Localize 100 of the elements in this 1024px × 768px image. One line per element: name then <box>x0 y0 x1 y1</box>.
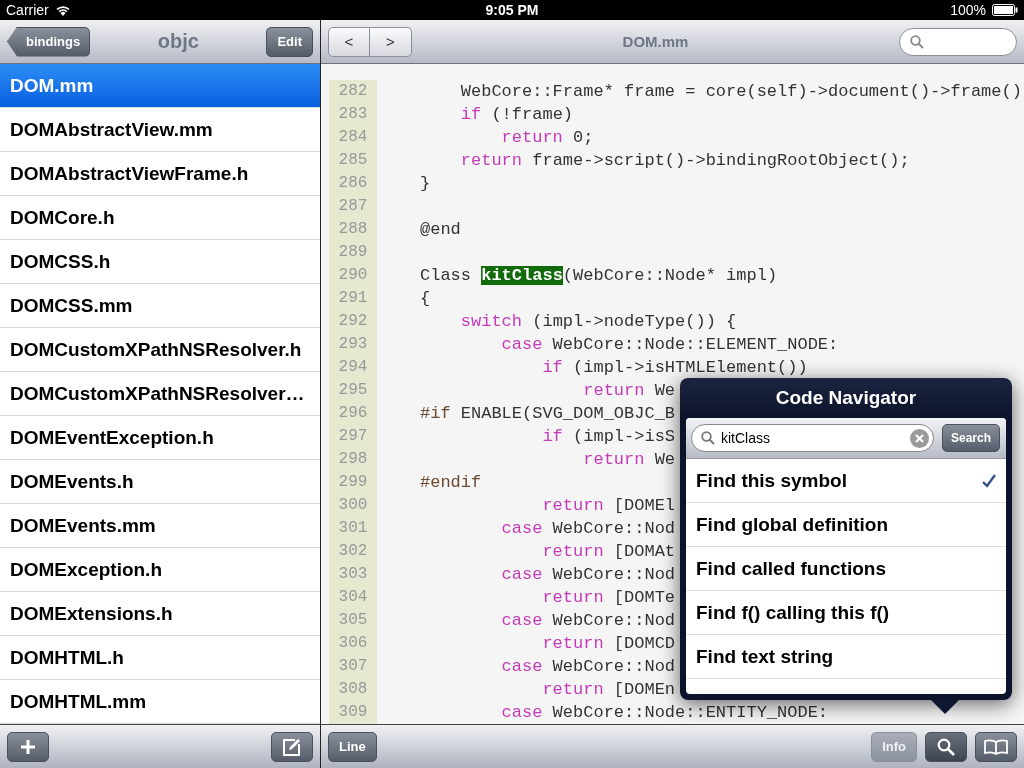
wifi-icon <box>54 4 71 16</box>
search-button[interactable]: Search <box>941 424 1000 452</box>
battery-icon <box>992 4 1018 16</box>
navigator-option[interactable]: Find global definition <box>686 503 1006 547</box>
search-icon <box>910 34 924 49</box>
line-number: 295 <box>329 379 377 402</box>
code-line: switch (impl->nodeType()) { <box>459 312 737 331</box>
line-number: 287 <box>329 195 377 218</box>
code-line: case WebCore::Nod <box>500 657 676 676</box>
file-item[interactable]: DOMExtensions.h <box>0 592 320 636</box>
code-line: return [DOMEn <box>541 680 676 699</box>
file-item[interactable]: DOMCustomXPathNSResolver… <box>0 372 320 416</box>
code-line: case WebCore::Nod <box>500 611 676 630</box>
battery-percent: 100% <box>950 2 986 18</box>
line-number: 289 <box>329 241 377 264</box>
book-button[interactable] <box>975 731 1017 762</box>
forward-button[interactable]: > <box>370 26 412 57</box>
file-item[interactable]: DOM.mm <box>0 64 320 108</box>
line-number: 300 <box>329 494 377 517</box>
line-number: 297 <box>329 425 377 448</box>
code-line: return [DOMCD <box>541 634 676 653</box>
navigator-option[interactable]: Find this symbol <box>686 459 1006 503</box>
line-number: 285 <box>329 149 377 172</box>
line-number: 298 <box>329 448 377 471</box>
search-icon <box>701 431 715 445</box>
line-number: 302 <box>329 540 377 563</box>
code-line: #endif <box>420 473 482 492</box>
code-line: return We <box>582 450 676 469</box>
code-line: if (impl->isHTMLElement()) <box>541 358 808 377</box>
symbol-search-field[interactable]: kitClass <box>691 424 934 452</box>
line-number: 292 <box>329 310 377 333</box>
code-line: { <box>420 289 431 308</box>
back-button[interactable]: < <box>328 26 370 57</box>
file-item[interactable]: DOMCSS.h <box>0 240 320 284</box>
line-number: 288 <box>329 218 377 241</box>
line-number: 293 <box>329 333 377 356</box>
compose-icon <box>283 737 301 756</box>
code-line: case WebCore::Nod <box>500 565 676 584</box>
sidebar-title: objc <box>157 30 199 53</box>
file-item[interactable]: DOMHTML.h <box>0 636 320 680</box>
line-number: 299 <box>329 471 377 494</box>
code-line: #if ENABLE(SVG_DOM_OBJC_B <box>420 404 676 423</box>
plus-icon <box>21 739 35 754</box>
code-line: case WebCore::Nod <box>500 519 676 538</box>
line-number: 283 <box>329 103 377 126</box>
line-number: 282 <box>329 80 377 103</box>
code-line: return 0; <box>500 128 594 147</box>
search-button[interactable] <box>925 731 967 762</box>
code-line: return [DOMAt <box>541 542 676 561</box>
line-number: 309 <box>329 701 377 724</box>
code-line: return We <box>582 381 676 400</box>
file-item[interactable]: DOMCore.h <box>0 196 320 240</box>
code-line: case WebCore::Node::ELEMENT_NODE: <box>500 335 839 354</box>
navigator-option[interactable]: Find f() calling this f() <box>686 591 1006 635</box>
file-item[interactable]: DOMAbstractViewFrame.h <box>0 152 320 196</box>
code-line: Class kitClass(WebCore::Node* impl) <box>420 266 778 285</box>
code-line: return frame->script()->bindingRootObject(); <box>459 151 910 170</box>
back-button[interactable]: bindings <box>7 26 91 57</box>
line-number: 301 <box>329 517 377 540</box>
navigator-option[interactable]: Find text string <box>686 635 1006 679</box>
code-line: return [DOMEl <box>541 496 676 515</box>
file-title: DOM.mm <box>622 33 689 50</box>
line-number: 304 <box>329 586 377 609</box>
status-time: 9:05 PM <box>485 2 539 18</box>
code-line: } <box>420 174 431 193</box>
edit-button[interactable]: Edit <box>266 26 313 57</box>
clear-icon[interactable] <box>909 428 929 448</box>
add-button[interactable] <box>7 731 49 762</box>
line-number: 296 <box>329 402 377 425</box>
file-item[interactable]: DOMCustomXPathNSResolver.h <box>0 328 320 372</box>
code-line: if (impl->isS <box>541 427 676 446</box>
code-line: WebCore::Frame* frame = core(self)->document()->frame() <box>459 82 1022 101</box>
file-item[interactable]: DOMEvents.mm <box>0 504 320 548</box>
code-line: @end <box>420 220 461 239</box>
code-line: if (!frame) <box>459 105 574 124</box>
line-number: 305 <box>329 609 377 632</box>
navigator-option[interactable]: Find called functions <box>686 547 1006 591</box>
line-number: 294 <box>329 356 377 379</box>
line-button[interactable]: Line <box>328 731 377 762</box>
file-item[interactable]: DOMCSS.mm <box>0 284 320 328</box>
popover-title: Code Navigator <box>774 386 918 410</box>
search-field[interactable] <box>899 27 1017 56</box>
file-item[interactable]: DOMException.h <box>0 548 320 592</box>
carrier-name: Carrier <box>6 2 49 18</box>
line-number: 308 <box>329 678 377 701</box>
file-item[interactable]: DOMEventException.h <box>0 416 320 460</box>
line-number: 303 <box>329 563 377 586</box>
code-line: return [DOMTe <box>541 588 676 607</box>
compose-button[interactable] <box>271 731 313 762</box>
line-number: 286 <box>329 172 377 195</box>
search-icon <box>937 737 955 756</box>
line-number: 284 <box>329 126 377 149</box>
line-number: 290 <box>329 264 377 287</box>
code-line: case WebCore::Node::ENTITY_NODE: <box>500 703 829 722</box>
file-item[interactable]: DOMAbstractView.mm <box>0 108 320 152</box>
book-icon <box>984 738 1008 755</box>
file-item[interactable]: DOMEvents.h <box>0 460 320 504</box>
line-number: 307 <box>329 655 377 678</box>
line-number: 306 <box>329 632 377 655</box>
popover-pointer <box>931 700 959 714</box>
